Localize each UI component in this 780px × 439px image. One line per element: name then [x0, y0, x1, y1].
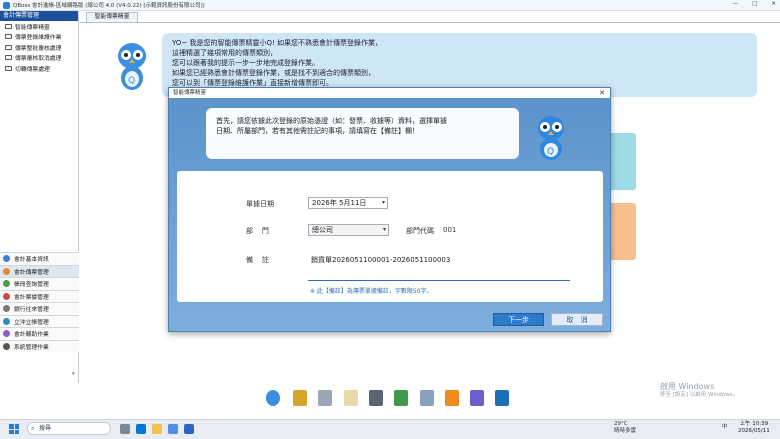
wizard-dialog: 智能傳票精靈 ✕ 首先，請您依據此次登錄的原始憑證（如：發票、收據等）資料，選擇… [168, 87, 611, 332]
dialog-message-bubble: 首先，請您依據此次登錄的原始憑證（如：發票、收據等）資料，選擇單據 日期、所屬部… [206, 108, 519, 159]
folder-icon[interactable] [420, 390, 434, 406]
input-language[interactable]: 中 [722, 424, 728, 431]
book-icon[interactable] [445, 390, 459, 406]
minimize-button[interactable]: — [733, 1, 739, 7]
svg-text:Q: Q [128, 76, 135, 86]
taskbar-search[interactable]: ⌕ 搜尋 [27, 422, 111, 435]
dept-select[interactable]: 總公司 ▾ [308, 224, 389, 236]
tools-icon [3, 330, 10, 338]
recycle-icon[interactable] [394, 390, 408, 406]
dialog-title: 智能傳票精靈 [173, 90, 207, 96]
window-controls: — □ ✕ [733, 1, 776, 7]
dialog-title-bar: 智能傳票精靈 ✕ [169, 88, 610, 98]
edge-icon[interactable] [136, 424, 146, 434]
dept-code-label: 部門代碼 [406, 227, 434, 235]
module-system[interactable]: 系統管理作業 [0, 339, 79, 352]
info-icon [3, 255, 10, 263]
mascot-icon: Q [538, 116, 564, 160]
form-panel: 單據日期 2026年 5月11日 ▾ 部 門 總公司 ▾ 部門代碼 001 備 … [177, 171, 603, 302]
assistant-message: YO~ 我是您的智能傳票精靈小Q! 如果您不熟悉會計傳票登錄作業， 這裡精選了幾… [172, 39, 383, 87]
dept-code-value: 001 [443, 226, 457, 234]
chevron-down-icon[interactable]: ▾ [72, 371, 75, 377]
note-icon [3, 292, 10, 300]
check-icon[interactable] [318, 390, 332, 406]
module-bank[interactable]: 銀行往來管理 [0, 302, 79, 315]
window-title: QBoss 會計進帳-區域網路版 (總公司 4.0 (V4.0.22) [示範資… [13, 3, 205, 9]
tab-wizard[interactable]: 智能傳票精靈 [86, 12, 138, 22]
tree-item-transfer[interactable]: 切轉傳票處理 [0, 63, 78, 74]
search-icon [3, 280, 10, 288]
folder-icon [5, 65, 12, 71]
close-window-button[interactable]: ✕ [771, 1, 776, 7]
tree-item-wizard[interactable]: 智能傳票精靈 [0, 21, 78, 32]
calculator-icon[interactable] [495, 390, 509, 406]
folder-icon [5, 34, 12, 40]
dialog-message: 首先，請您依據此次登錄的原始憑證（如：發票、收據等）資料，選擇單據 日期、所屬部… [216, 117, 447, 135]
dept-label: 部 門 [246, 227, 269, 235]
date-picker[interactable]: 2026年 5月11日 ▾ [308, 197, 388, 209]
taskbar [0, 419, 780, 439]
tree-item-batch-review[interactable]: 傳票整批覆核處理 [0, 42, 78, 53]
file-explorer-icon[interactable] [152, 424, 162, 434]
scale-icon[interactable] [293, 390, 307, 406]
gear-icon [3, 342, 10, 350]
app-icon [3, 1, 10, 9]
store-icon[interactable] [184, 424, 194, 434]
module-notes[interactable]: 會計票據管理 [0, 289, 79, 302]
windows-start-icon[interactable] [9, 424, 19, 434]
system-clock[interactable]: 上午 10:39 2026/05/11 [738, 421, 770, 435]
folder-icon [5, 55, 12, 61]
folder-icon [5, 23, 12, 29]
maximize-button[interactable]: □ [752, 1, 757, 7]
svg-text:Q: Q [547, 147, 554, 157]
weather-widget[interactable]: 29°C 晴時多雲 [614, 421, 636, 435]
activation-watermark: 啟用 Windows 移至 [設定] 以啟用 Windows。 [660, 382, 739, 399]
module-ledger[interactable]: 帳冊查詢管理 [0, 277, 79, 290]
dialog-body: 首先，請您依據此次登錄的原始憑證（如：發票、收據等）資料，選擇單據 日期、所屬部… [169, 98, 610, 331]
search-icon: ⌕ [31, 425, 35, 432]
folder-icon [5, 44, 12, 50]
bank-icon [3, 305, 10, 313]
task-view-icon[interactable] [120, 424, 130, 434]
module-voucher[interactable]: 會計傳票管理 [0, 264, 79, 277]
mascot-icon: Q [118, 43, 146, 90]
left-panel: 會計傳票管理 智能傳票精靈 傳票登錄維護作業 傳票整批覆核處理 傳票覆核取消處理… [0, 11, 79, 383]
tree-item-cancel-review[interactable]: 傳票覆核取消處理 [0, 53, 78, 64]
bank-icon[interactable] [369, 390, 383, 406]
left-panel-header: 會計傳票管理 [0, 11, 78, 21]
ledger-icon [3, 317, 10, 325]
module-list: 會計基本資訊 會計傳票管理 帳冊查詢管理 會計票據管理 銀行往來管理 立沖立帳管… [0, 252, 79, 352]
next-button[interactable]: 下一步 [493, 313, 544, 326]
mascot-icon[interactable] [266, 390, 280, 406]
chevron-down-icon[interactable]: ▾ [383, 225, 386, 235]
chrome-icon[interactable] [168, 424, 178, 434]
cancel-button[interactable]: 取 消 [551, 313, 603, 326]
date-label: 單據日期 [246, 200, 274, 208]
voucher-icon [3, 267, 10, 275]
module-basic-info[interactable]: 會計基本資訊 [0, 252, 79, 265]
module-auxiliary[interactable]: 會計輔助作業 [0, 327, 79, 340]
note-label: 備 註 [246, 256, 269, 264]
calendar-dropdown-icon[interactable]: ▾ [382, 198, 385, 208]
title-bar: QBoss 會計進帳-區域網路版 (總公司 4.0 (V4.0.22) [示範資… [0, 0, 780, 11]
q-icon[interactable] [470, 390, 484, 406]
tree-item-entry[interactable]: 傳票登錄維護作業 [0, 32, 78, 43]
module-offset[interactable]: 立沖立帳管理 [0, 314, 79, 327]
dialog-close-button[interactable]: ✕ [599, 88, 605, 98]
document-icon[interactable] [344, 390, 358, 406]
note-input[interactable]: 銷貨單2026051100001-2026051100003 [308, 253, 570, 281]
note-hint: ※ 此【備註】為傳票單據備註，字數限50字。 [310, 288, 433, 295]
